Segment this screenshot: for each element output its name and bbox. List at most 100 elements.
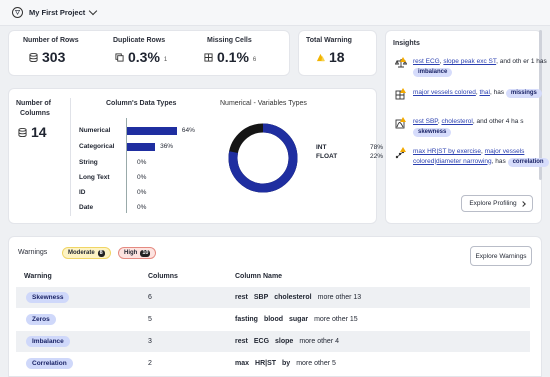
insight-link[interactable]: rest ECG: [413, 58, 440, 65]
column-name: by: [282, 360, 291, 367]
table-row[interactable]: Zeros 5 fasting blood sugar more other 15: [16, 309, 530, 330]
insight-link[interactable]: max HR|ST by exercise: [413, 148, 481, 155]
moderate-count: 8: [97, 249, 105, 257]
legend-int-label: INT: [316, 144, 327, 151]
column-name: cholesterol: [274, 294, 312, 301]
insight-link[interactable]: slope peak exc ST: [443, 58, 496, 65]
stat-value-rows: 303: [29, 49, 65, 65]
insights-title: Insights: [393, 40, 420, 47]
missing-pct: 0.1%: [217, 49, 249, 65]
stat-label-rows: Number of Rows: [23, 37, 79, 44]
data-type-pct: 36%: [160, 143, 174, 150]
warning-type-chip[interactable]: Skewness: [26, 292, 70, 303]
insight-link[interactable]: thal: [479, 89, 489, 96]
warning-columns-count: 6: [148, 294, 152, 301]
table-row[interactable]: Skewness 6 rest SBP cholesterol more other 13: [16, 287, 530, 308]
data-type-label: Date: [79, 204, 94, 211]
insight-link[interactable]: major vessels colored: [413, 89, 476, 96]
column-name: SBP: [253, 294, 269, 301]
stat-label-missing: Missing Cells: [207, 37, 252, 44]
columns-label-1: Number of: [16, 100, 51, 107]
column-name: blood: [263, 316, 284, 323]
stat-value-warnings: 18: [316, 49, 345, 65]
data-type-bar[interactable]: [127, 127, 177, 135]
stat-value-missing: 0.1% 6: [204, 49, 256, 65]
chevron-down-icon[interactable]: [89, 6, 98, 16]
warning-column-names: max HR|ST by more other 5: [235, 358, 336, 369]
insight-link[interactable]: cholesterol: [441, 118, 472, 125]
data-type-label: Long Text: [79, 174, 110, 181]
legend-float-label: FLOAT: [316, 153, 338, 160]
header-columns: Columns: [148, 273, 178, 280]
insight-text: , and oth er 1 has: [496, 58, 547, 65]
insight-chip[interactable]: correlation: [507, 157, 549, 167]
insight-item-missings: major vessels colored, thal, has missing…: [395, 88, 550, 100]
data-types-title: Column's Data Types: [106, 100, 177, 107]
column-name: fasting: [235, 316, 258, 323]
high-label: High: [124, 250, 138, 256]
top-bar: ▽ My First Project: [0, 0, 550, 26]
insight-text: , has: [491, 157, 506, 165]
high-badge[interactable]: High 10: [118, 247, 157, 259]
data-type-label: String: [79, 159, 98, 166]
copy-icon: [115, 52, 124, 62]
insight-chip[interactable]: missings: [505, 89, 542, 98]
table-row[interactable]: Imbalance 3 rest ECG slope more other 4: [16, 331, 530, 352]
warning-type-chip[interactable]: Imbalance: [26, 336, 70, 347]
insight-link[interactable]: rest SBP: [413, 118, 438, 125]
num-types-title: Numerical - Variables Types: [220, 100, 307, 107]
insight-item-skewness: rest SBP, cholesterol, and other 4 ha s …: [395, 117, 550, 137]
columns-count: 14: [31, 124, 47, 140]
explore-warnings-button[interactable]: Explore Warnings: [470, 246, 532, 266]
warning-columns-count: 5: [148, 316, 152, 323]
warning-column-names: rest SBP cholesterol more other 13: [235, 292, 361, 303]
data-type-pct: 0%: [137, 189, 147, 196]
column-name: max: [235, 360, 250, 367]
column-name: ECG: [253, 338, 270, 345]
warning-column-names: fasting blood sugar more other 15: [235, 314, 358, 325]
column-name: rest: [235, 338, 248, 345]
stat-label-duplicates: Duplicate Rows: [113, 37, 166, 44]
warnings-count: 18: [329, 49, 345, 65]
explore-profiling-button[interactable]: Explore Profiling: [461, 195, 533, 212]
columns-value: 14: [18, 124, 47, 140]
stat-label-warnings: Total Warning: [306, 37, 352, 44]
warning-type-chip[interactable]: Correlation: [26, 358, 73, 369]
warning-column-names: rest ECG slope more other 4: [235, 336, 339, 347]
data-type-bar[interactable]: [127, 143, 156, 151]
explore-warnings-label: Explore Warnings: [475, 252, 527, 260]
insight-text: , has: [489, 89, 505, 96]
database-icon: [29, 52, 38, 62]
columns-label-2: Columns: [20, 110, 50, 117]
insight-chip[interactable]: imbalance: [413, 67, 453, 77]
scatter-icon: [395, 147, 406, 159]
project-name[interactable]: My First Project: [29, 8, 85, 17]
data-type-label: ID: [79, 189, 86, 196]
duplicates-count: 1: [163, 57, 168, 63]
column-name: slope: [275, 338, 294, 345]
warning-type-chip[interactable]: Zeros: [26, 314, 56, 325]
header-column-name: Column Name: [235, 273, 283, 280]
insight-item-correlation: max HR|ST by exercise, major vessels col…: [395, 147, 550, 167]
warning-stack-icon: [316, 53, 325, 61]
header-warning: Warning: [24, 273, 52, 280]
data-type-label: Numerical: [79, 127, 111, 134]
data-type-label: Categorical: [79, 143, 115, 150]
insight-chip[interactable]: skewness: [413, 127, 452, 137]
grid-icon: [204, 52, 213, 62]
stat-value-duplicates: 0.3% 1: [115, 49, 167, 65]
skew-icon: [395, 117, 406, 129]
grid-icon: [395, 88, 406, 100]
database-icon: [18, 127, 27, 137]
rows-count: 303: [42, 49, 66, 65]
table-row[interactable]: Correlation 2 max HR|ST by more other 5: [16, 353, 530, 374]
data-type-pct: 0%: [137, 159, 147, 166]
data-type-pct: 0%: [137, 174, 147, 181]
chevron-right-icon: [519, 200, 526, 207]
data-type-pct: 0%: [137, 204, 147, 211]
column-name: rest: [235, 294, 248, 301]
warning-columns-count: 2: [148, 360, 152, 367]
warning-columns-count: 3: [148, 338, 152, 345]
legend-int-pct: 78%: [370, 144, 384, 151]
moderate-badge[interactable]: Moderate 8: [62, 247, 111, 259]
